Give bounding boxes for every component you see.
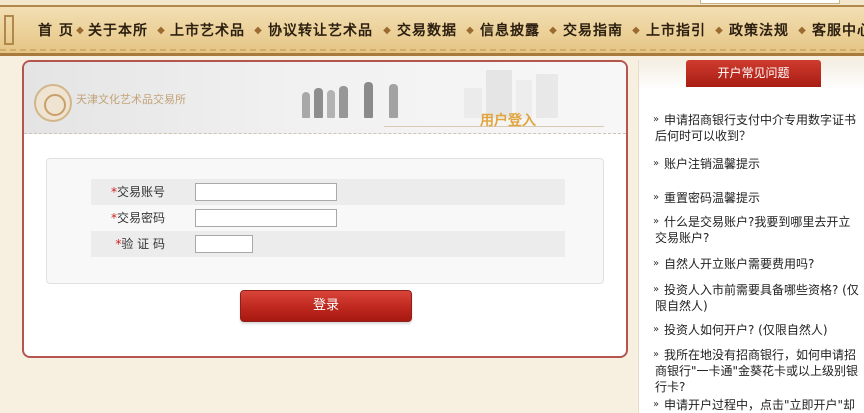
- faq-item[interactable]: » 账户注销温馨提示: [639, 156, 861, 172]
- faq-tab[interactable]: 开户常见问题: [686, 60, 821, 87]
- faq-list: » 申请招商银行支付中介专用数字证书后何时可以收到？ » 账户注销温馨提示 » 重置密…: [639, 108, 864, 413]
- nav-separator: ◆: [76, 25, 84, 36]
- password-row: *交易密码: [91, 205, 565, 231]
- account-input[interactable]: [195, 183, 337, 201]
- nav-item-disclosure[interactable]: 信息披露: [480, 20, 540, 42]
- double-chevron-icon: »: [653, 158, 660, 169]
- login-panel: 天津文化艺术品交易所 用户登入 *交易账号 *交易密码 *验 证 码 登录: [22, 60, 628, 358]
- nav-item-trading-data[interactable]: 交易数据: [397, 20, 457, 42]
- people-silhouette-icon: [302, 92, 310, 118]
- top-search-box[interactable]: [700, 0, 840, 4]
- people-silhouette-icon: [364, 82, 373, 118]
- exchange-logo-text: 天津文化艺术品交易所: [76, 93, 186, 106]
- nav-separator: ◆: [383, 25, 391, 36]
- faq-item[interactable]: » 投资人入市前需要具备哪些资格? (仅限自然人): [639, 282, 861, 314]
- login-button[interactable]: 登录: [240, 290, 412, 322]
- people-silhouette-icon: [314, 88, 323, 118]
- faq-item[interactable]: »申请开户过程中，点击"立即开户"却提示验证码错误，如何解决?: [639, 397, 861, 413]
- nav-separator: ◆: [157, 25, 165, 36]
- nav-item-listed-art[interactable]: 上市艺术品: [170, 20, 245, 42]
- faq-item[interactable]: » 我所在地没有招商银行，如何申请招商银行"一卡通"金葵花卡或以上级别银行卡?: [639, 347, 861, 395]
- faq-item[interactable]: » 什么是交易账户?我要到哪里去开立交易账户?: [639, 214, 861, 246]
- nav-separator: ◆: [632, 25, 640, 36]
- nav-separator: ◆: [715, 25, 723, 36]
- password-input[interactable]: [195, 209, 337, 227]
- login-form: *交易账号 *交易密码 *验 证 码: [46, 158, 604, 284]
- nav-item-home[interactable]: 首 页: [38, 20, 74, 42]
- nav-separator: ◆: [254, 25, 262, 36]
- captcha-label: *验 证 码: [91, 231, 165, 257]
- double-chevron-icon: »: [653, 192, 660, 203]
- nav-item-trading-guide[interactable]: 交易指南: [563, 20, 623, 42]
- account-label-text: 交易账号: [116, 185, 165, 199]
- login-banner: 天津文化艺术品交易所 用户登入: [24, 62, 626, 134]
- people-silhouette-icon: [339, 86, 348, 118]
- double-chevron-icon: »: [653, 216, 660, 227]
- account-label: *交易账号: [91, 179, 165, 205]
- double-chevron-icon: »: [653, 349, 660, 360]
- nav-item-customer-service[interactable]: 客服中心: [812, 20, 864, 42]
- captcha-input[interactable]: [195, 235, 253, 253]
- faq-sidebar: 开户常见问题 » 申请招商银行支付中介专用数字证书后何时可以收到？ » 账户注销温馨…: [638, 60, 864, 413]
- captcha-label-text: 验 证 码: [121, 237, 165, 251]
- faq-item[interactable]: » 投资人如何开户? (仅限自然人): [639, 322, 861, 338]
- nav-item-listing-guide[interactable]: 上市指引: [646, 20, 706, 42]
- captcha-row: *验 证 码: [91, 231, 565, 257]
- account-row: *交易账号: [91, 179, 565, 205]
- double-chevron-icon: »: [653, 258, 660, 269]
- double-chevron-icon: »: [653, 114, 660, 125]
- double-chevron-icon: »: [653, 399, 660, 410]
- password-label-text: 交易密码: [116, 211, 165, 225]
- people-silhouette-icon: [389, 84, 398, 118]
- nav-item-about[interactable]: 关于本所: [88, 20, 148, 42]
- login-title: 用户登入: [480, 113, 536, 129]
- nav-separator: ◆: [798, 25, 806, 36]
- nav-corner-ornament: [4, 15, 14, 45]
- nav-item-policies[interactable]: 政策法规: [729, 20, 789, 42]
- login-form-table: *交易账号 *交易密码 *验 证 码: [91, 179, 565, 257]
- nav-item-agreement-transfer[interactable]: 协议转让艺术品: [268, 20, 373, 42]
- double-chevron-icon: »: [653, 284, 660, 295]
- logo-emblem-icon: [34, 84, 72, 122]
- nav-separator: ◆: [466, 25, 474, 36]
- password-label: *交易密码: [91, 205, 165, 231]
- main-nav: 首 页 ◆ 关于本所 ◆ 上市艺术品 ◆ 协议转让艺术品 ◆ 交易数据 ◆ 信息…: [0, 5, 864, 56]
- faq-item[interactable]: » 申请招商银行支付中介专用数字证书后何时可以收到？: [639, 112, 861, 144]
- faq-item[interactable]: » 重置密码温馨提示: [639, 190, 861, 206]
- faq-item[interactable]: » 自然人开立账户需要费用吗?: [639, 256, 861, 272]
- people-silhouette-icon: [327, 90, 335, 118]
- double-chevron-icon: »: [653, 324, 660, 335]
- nav-separator: ◆: [549, 25, 557, 36]
